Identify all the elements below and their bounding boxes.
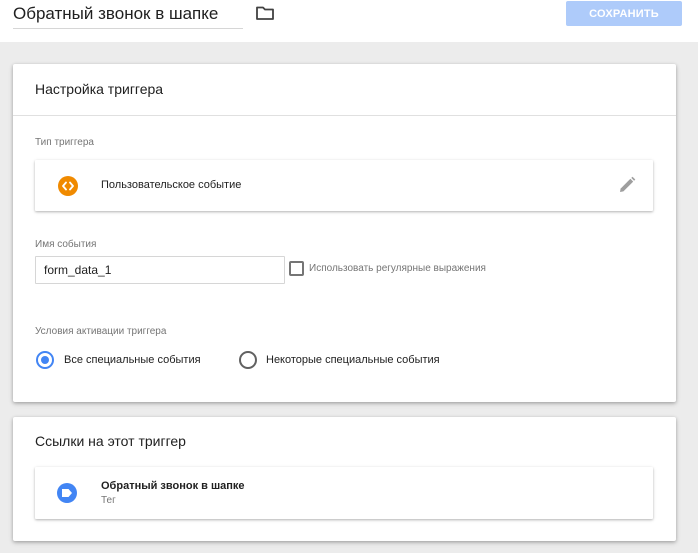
regex-checkbox-label[interactable]: Использовать регулярные выражения [309,263,486,274]
event-name-input[interactable] [35,256,285,284]
regex-checkbox[interactable] [289,261,304,276]
reference-subtitle: Тег [101,495,116,506]
reference-item[interactable]: Обратный звонок в шапке Тег [35,467,653,519]
save-button[interactable]: СОХРАНИТЬ [566,1,682,26]
trigger-type-selector[interactable]: Пользовательское событие [35,160,653,211]
radio-all-custom-events-label[interactable]: Все специальные события [64,354,201,366]
references-card-title: Ссылки на этот триггер [35,433,186,449]
trigger-name-field[interactable]: Обратный звонок в шапке [13,2,243,29]
folder-icon[interactable] [255,4,275,22]
pencil-icon[interactable] [618,176,636,194]
trigger-type-label: Тип триггера [35,137,94,148]
tag-icon [57,483,77,503]
top-header: Обратный звонок в шапке СОХРАНИТЬ [0,0,698,42]
reference-title: Обратный звонок в шапке [101,480,245,492]
radio-some-custom-events[interactable] [239,351,257,369]
event-name-label: Имя события [35,239,97,250]
radio-all-custom-events[interactable] [36,351,54,369]
custom-event-icon [58,176,78,196]
config-card-title: Настройка триггера [35,81,164,97]
activation-conditions-label: Условия активации триггера [35,326,167,337]
references-card: Ссылки на этот триггер Обратный звонок в… [13,417,676,541]
radio-some-custom-events-label[interactable]: Некоторые специальные события [266,354,440,366]
trigger-config-card: Настройка триггера Тип триггера Пользова… [13,64,676,402]
trigger-type-name: Пользовательское событие [101,179,242,191]
divider [13,115,676,116]
